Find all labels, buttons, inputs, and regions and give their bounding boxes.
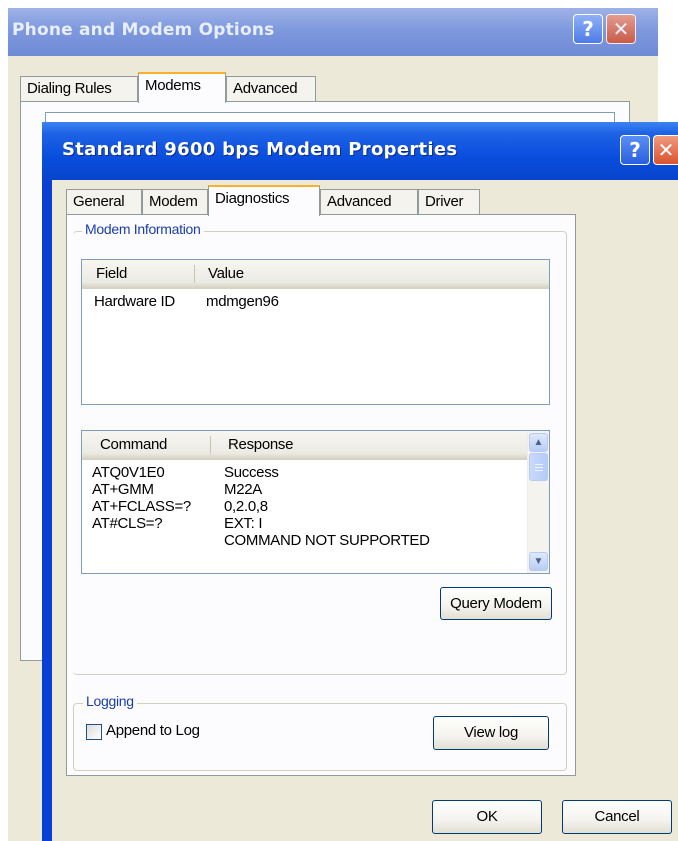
ok-button[interactable]: OK	[432, 800, 542, 834]
command-cell: AT+FCLASS=?	[92, 498, 191, 515]
command-cell: AT+GMM	[92, 481, 154, 498]
back-title-bar[interactable]: Phone and Modem Options ? ✕	[8, 8, 658, 56]
modem-properties-window: Standard 9600 bps Modem Properties ? ✕ G…	[42, 122, 678, 841]
cancel-button[interactable]: Cancel	[562, 800, 672, 834]
diagnostics-tab-panel: Modem Information Field Value Hardware I…	[66, 214, 576, 776]
close-icon[interactable]: ✕	[606, 14, 636, 44]
column-value[interactable]: Value	[208, 260, 244, 288]
tab-modem[interactable]: Modem	[142, 189, 208, 215]
help-icon[interactable]: ?	[573, 14, 603, 44]
column-divider[interactable]	[194, 265, 195, 283]
modem-info-table[interactable]: Field Value Hardware ID mdmgen96	[81, 259, 550, 405]
response-cell: EXT: I	[224, 515, 263, 532]
scrollbar-thumb[interactable]	[529, 453, 548, 481]
response-cell: 0,2.0,8	[224, 498, 268, 515]
tab-dialing-rules[interactable]: Dialing Rules	[20, 76, 138, 102]
front-window-title: Standard 9600 bps Modem Properties	[62, 139, 458, 160]
vertical-scrollbar[interactable]: ▲ ▼	[527, 431, 549, 573]
column-divider[interactable]	[210, 436, 211, 454]
help-icon[interactable]: ?	[620, 135, 650, 165]
modem-information-label: Modem Information	[82, 221, 204, 237]
command-cell: AT#CLS=?	[92, 515, 163, 532]
command-cell: ATQ0V1E0	[92, 464, 165, 481]
command-table-header: Command Response	[82, 431, 528, 460]
tab-general[interactable]: General	[66, 189, 142, 215]
response-cell: COMMAND NOT SUPPORTED	[224, 532, 430, 549]
tab-advanced[interactable]: Advanced	[320, 189, 418, 215]
scroll-down-icon[interactable]: ▼	[529, 552, 548, 571]
response-cell: Success	[224, 464, 279, 481]
info-table-header: Field Value	[82, 260, 549, 289]
command-response-table[interactable]: Command Response ATQ0V1E0 Success AT+GMM…	[81, 430, 550, 574]
append-to-log-label[interactable]: Append to Log	[106, 722, 200, 739]
column-field[interactable]: Field	[96, 260, 127, 288]
query-modem-button[interactable]: Query Modem	[440, 587, 552, 620]
front-title-bar[interactable]: Standard 9600 bps Modem Properties ? ✕	[42, 122, 678, 180]
column-response[interactable]: Response	[228, 431, 293, 459]
back-window-title: Phone and Modem Options	[12, 20, 275, 40]
logging-label: Logging	[83, 693, 137, 709]
response-cell: M22A	[224, 481, 262, 498]
view-log-button[interactable]: View log	[433, 716, 549, 750]
append-to-log-checkbox[interactable]	[86, 724, 102, 740]
table-row-field[interactable]: Hardware ID	[94, 293, 175, 311]
tab-diagnostics[interactable]: Diagnostics	[208, 185, 320, 216]
logging-group: Logging Append to Log View log	[73, 693, 567, 771]
table-row-value[interactable]: mdmgen96	[206, 293, 279, 311]
tab-modems[interactable]: Modems	[138, 72, 226, 103]
close-icon[interactable]: ✕	[653, 135, 678, 165]
tab-driver[interactable]: Driver	[418, 189, 480, 215]
dialog-body: General Modem Diagnostics Advanced Drive…	[52, 180, 678, 841]
scroll-up-icon[interactable]: ▲	[529, 433, 548, 452]
modem-information-group: Modem Information Field Value Hardware I…	[73, 221, 567, 675]
tab-advanced-back[interactable]: Advanced	[226, 76, 316, 102]
column-command[interactable]: Command	[100, 431, 167, 459]
